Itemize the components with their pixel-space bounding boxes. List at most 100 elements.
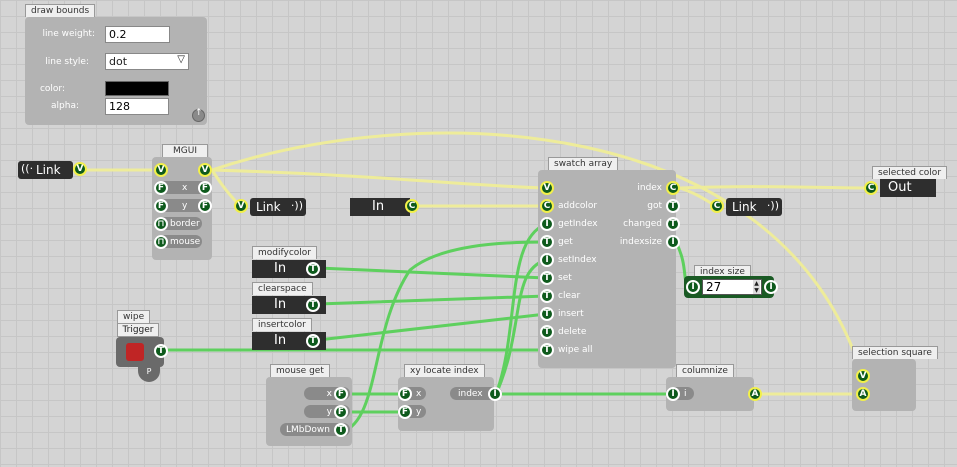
link-mid-pin[interactable]: V — [234, 199, 248, 213]
draw-bounds-title: draw bounds — [25, 4, 96, 17]
link-input-label: Link — [36, 163, 61, 177]
link-swatch-node[interactable]: Link ·)) — [726, 198, 782, 216]
clearspace-pin[interactable]: T — [306, 298, 320, 312]
index-size-in-pin[interactable]: I — [686, 280, 700, 294]
swatch-get-pin[interactable]: T — [540, 235, 554, 249]
link-mid-label: Link — [256, 200, 281, 214]
wire-mgui-to-swatch — [210, 168, 548, 190]
line-style-label: line style: — [45, 57, 89, 67]
selected-color-label: Out — [888, 180, 912, 195]
mouse-get-lmb-pin[interactable]: T — [334, 423, 348, 437]
swatch-array-node: V C addcolor I getIndex T get I setIndex… — [538, 170, 680, 368]
columnize-title: columnize — [676, 364, 734, 377]
collapse-icon[interactable]: ↑ — [192, 108, 205, 122]
mgui-mouse-pin[interactable]: ⊓ — [154, 235, 168, 249]
link-mid-node[interactable]: Link ·)) — [250, 198, 306, 216]
color-swatch[interactable] — [105, 81, 169, 96]
xy-locate-node: F x F y index I — [398, 377, 502, 431]
wipe-trigger-pin[interactable]: T — [154, 344, 168, 358]
mgui-y-out-pin[interactable]: F — [198, 199, 212, 213]
clearspace-title: clearspace — [252, 282, 313, 295]
selection-square-title: selection square — [852, 346, 938, 359]
insertcolor-label: In — [274, 333, 287, 348]
wire-index-to-out — [678, 185, 872, 190]
mouse-get-x-pin[interactable]: F — [334, 387, 348, 401]
xy-locate-y-label: y — [416, 407, 422, 417]
mgui-x-in-pin[interactable]: F — [154, 181, 168, 195]
modifycolor-title: modifycolor — [252, 246, 317, 259]
swatch-insert-pin[interactable]: T — [540, 307, 554, 321]
xy-locate-index-label: index — [458, 389, 483, 399]
swatch-addcolor-pin[interactable]: C — [540, 199, 554, 213]
index-size-value: 27 — [706, 280, 722, 294]
alpha-label: alpha: — [51, 101, 79, 111]
swatch-insert-label: insert — [558, 309, 584, 319]
mgui-border-label: border — [170, 219, 200, 229]
mouse-get-x-label: x — [326, 389, 332, 399]
columnize-out-pin[interactable]: A — [748, 387, 762, 401]
selected-color-pin[interactable]: C — [864, 181, 878, 195]
spinner-arrows-icon[interactable]: ▲ ▼ — [753, 280, 760, 294]
draw-bounds-panel: line weight: line style: dot ▽ color: al… — [25, 17, 207, 125]
swatch-index-pin[interactable]: C — [666, 181, 680, 195]
mgui-in-pin[interactable]: V — [154, 163, 168, 177]
modifycolor-pin[interactable]: T — [306, 262, 320, 276]
index-size-node: I 27 ▲ ▼ I — [684, 276, 778, 298]
line-style-select[interactable]: dot ▽ — [105, 53, 189, 70]
xy-locate-index-pin[interactable]: I — [488, 387, 502, 401]
wire-modify-to-set — [316, 266, 548, 280]
swatch-delete-pin[interactable]: T — [540, 325, 554, 339]
modifycolor-label: In — [274, 261, 287, 276]
selection-value-pin[interactable]: V — [856, 369, 870, 383]
columnize-in-pin[interactable]: I — [666, 387, 680, 401]
signal-out-icon: ·)) — [766, 199, 779, 212]
swatch-delete-label: delete — [558, 327, 587, 337]
link-swatch-pin[interactable]: C — [710, 199, 724, 213]
selected-color-node[interactable]: Out — [880, 179, 936, 197]
in-color-node[interactable]: In — [350, 198, 410, 216]
swatch-indexsize-pin[interactable]: I — [666, 235, 680, 249]
swatch-set-label: set — [558, 273, 572, 283]
mgui-mouse-label: mouse — [170, 237, 201, 247]
mouse-get-y-label: y — [326, 407, 332, 417]
swatch-setindex-pin[interactable]: I — [540, 253, 554, 267]
swatch-got-label: got — [647, 201, 662, 211]
alpha-field[interactable] — [105, 98, 169, 115]
xy-locate-x-pin[interactable]: F — [398, 387, 412, 401]
swatch-set-pin[interactable]: T — [540, 271, 554, 285]
signal-in-icon: ((· — [21, 162, 34, 175]
xy-locate-title: xy locate index — [404, 364, 485, 377]
swatch-clear-pin[interactable]: T — [540, 289, 554, 303]
mgui-y-in-pin[interactable]: F — [154, 199, 168, 213]
index-size-field[interactable]: 27 ▲ ▼ — [702, 279, 762, 295]
mouse-get-y-pin[interactable]: F — [334, 405, 348, 419]
clearspace-label: In — [274, 297, 287, 312]
trigger-label: Trigger — [117, 323, 159, 337]
swatch-addcolor-label: addcolor — [558, 201, 598, 211]
swatch-clear-label: clear — [558, 291, 581, 301]
mgui-x-label: x — [182, 183, 188, 193]
swatch-getindex-pin[interactable]: I — [540, 217, 554, 231]
columnize-i-label: i — [684, 389, 687, 399]
index-size-out-pin[interactable]: I — [764, 280, 778, 294]
swatch-got-pin[interactable]: T — [666, 199, 680, 213]
in-color-pin[interactable]: C — [405, 199, 419, 213]
insertcolor-title: insertcolor — [252, 318, 312, 331]
mgui-x-out-pin[interactable]: F — [198, 181, 212, 195]
line-weight-field[interactable] — [105, 26, 170, 43]
swatch-wipeall-pin[interactable]: T — [540, 343, 554, 357]
insertcolor-pin[interactable]: T — [306, 334, 320, 348]
trigger-button[interactable] — [126, 343, 144, 361]
swatch-changed-label: changed — [623, 219, 662, 229]
selected-color-title: selected color — [872, 166, 948, 179]
mgui-out-pin[interactable]: V — [198, 163, 212, 177]
xy-locate-y-pin[interactable]: F — [398, 405, 412, 419]
selection-array-pin[interactable]: A — [856, 387, 870, 401]
swatch-changed-pin[interactable]: T — [666, 217, 680, 231]
line-style-value: dot — [109, 55, 128, 68]
swatch-get-label: get — [558, 237, 573, 247]
link-input-node[interactable]: ((· Link — [18, 161, 73, 179]
swatch-value-in-pin[interactable]: V — [540, 181, 554, 195]
link-input-pin[interactable]: V — [73, 162, 87, 176]
mgui-border-pin[interactable]: ⊓ — [154, 217, 168, 231]
